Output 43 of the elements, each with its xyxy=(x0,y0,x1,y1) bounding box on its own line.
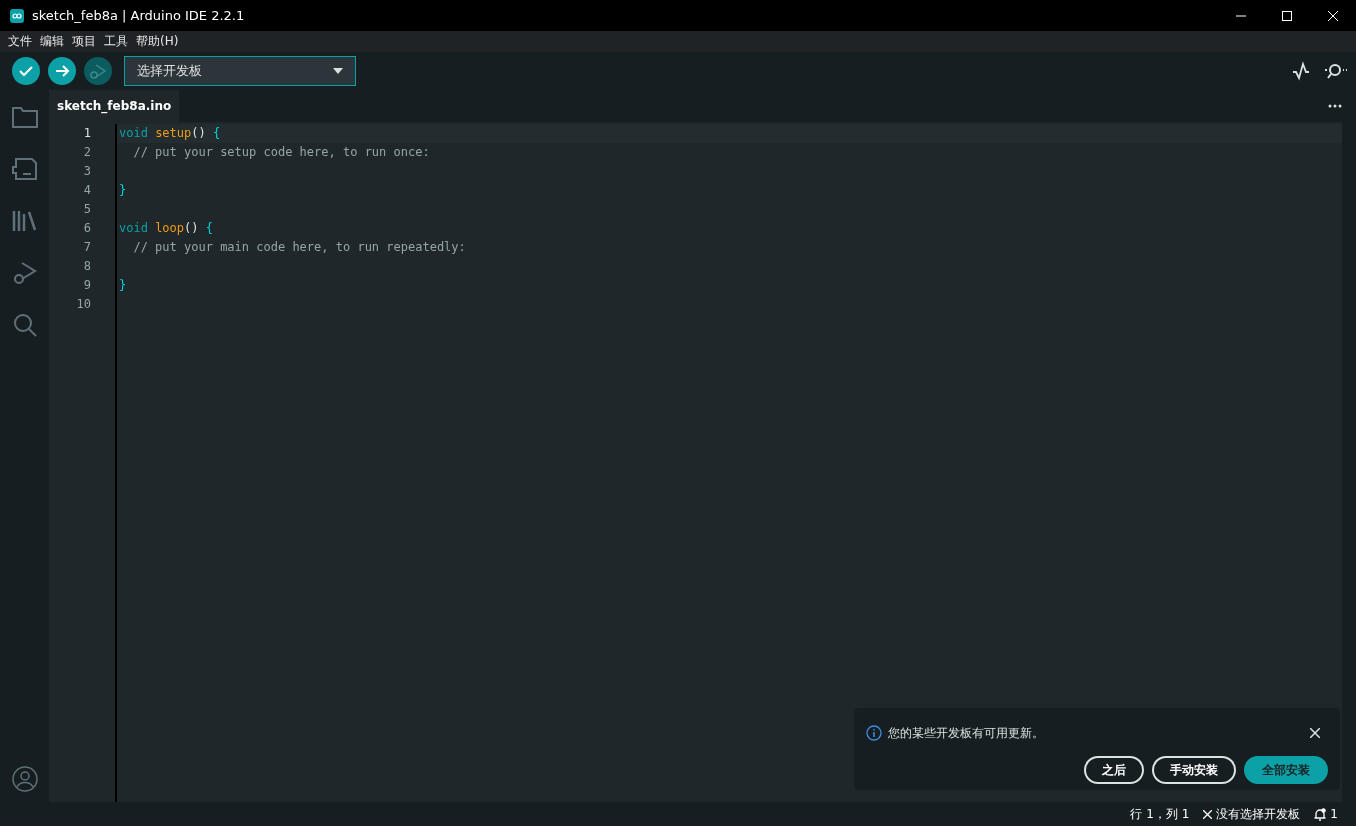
menu-item[interactable]: 项目 xyxy=(68,31,100,52)
close-icon xyxy=(1328,10,1338,21)
code-line: } xyxy=(118,182,128,199)
line-number: 6 xyxy=(82,220,92,237)
line-number: 1 xyxy=(82,125,92,142)
line-number: 2 xyxy=(82,144,92,161)
line-number: 7 xyxy=(82,239,92,256)
line-number: 5 xyxy=(82,201,92,218)
notification-button[interactable]: 手动安装 xyxy=(1152,756,1236,784)
play-bug-icon xyxy=(89,62,107,80)
account-icon[interactable] xyxy=(9,764,40,794)
board-status[interactable]: 没有选择开发板 xyxy=(1216,805,1301,823)
bell-icon[interactable] xyxy=(1314,807,1327,821)
app-logo-icon xyxy=(10,8,24,23)
menu-item[interactable]: 文件 xyxy=(4,31,36,52)
notification-button[interactable]: 全部安装 xyxy=(1244,756,1328,784)
info-icon xyxy=(866,725,882,741)
close-icon xyxy=(1203,809,1213,819)
menu-item[interactable]: 编辑 xyxy=(36,31,68,52)
line-number: 10 xyxy=(75,296,92,313)
window-title: sketch_feb8a | Arduino IDE 2.2.1 xyxy=(32,8,246,23)
code-line: } xyxy=(118,277,128,294)
code-line: // put your main code here, to run repeatedly: xyxy=(132,239,467,256)
line-number: 8 xyxy=(82,258,92,275)
caret-icon xyxy=(333,68,343,74)
code-line: // put your setup code here, to run once: xyxy=(132,144,431,161)
board-select[interactable]: 选择开发板 xyxy=(124,56,356,86)
code-line: void loop() { xyxy=(118,220,214,237)
checkmark-icon xyxy=(18,63,34,79)
arrow-right-icon xyxy=(54,63,70,79)
notification-message: 您的某些开发板有可用更新。 xyxy=(888,724,1045,742)
notification-count: 1 xyxy=(1330,807,1338,821)
menu-item[interactable]: 工具 xyxy=(100,31,132,52)
line-number: 3 xyxy=(82,163,92,180)
cursor-position: 行 1，列 1 xyxy=(1130,805,1190,823)
menu-item[interactable]: 帮助(H) xyxy=(132,31,183,52)
verify-button[interactable] xyxy=(12,57,40,85)
file-tab[interactable]: sketch_feb8a.ino xyxy=(49,90,180,122)
line-number: 4 xyxy=(82,182,92,199)
upload-button[interactable] xyxy=(48,57,76,85)
maximize-icon xyxy=(1282,10,1292,21)
line-number: 9 xyxy=(82,277,92,294)
notification-button[interactable]: 之后 xyxy=(1084,756,1144,784)
